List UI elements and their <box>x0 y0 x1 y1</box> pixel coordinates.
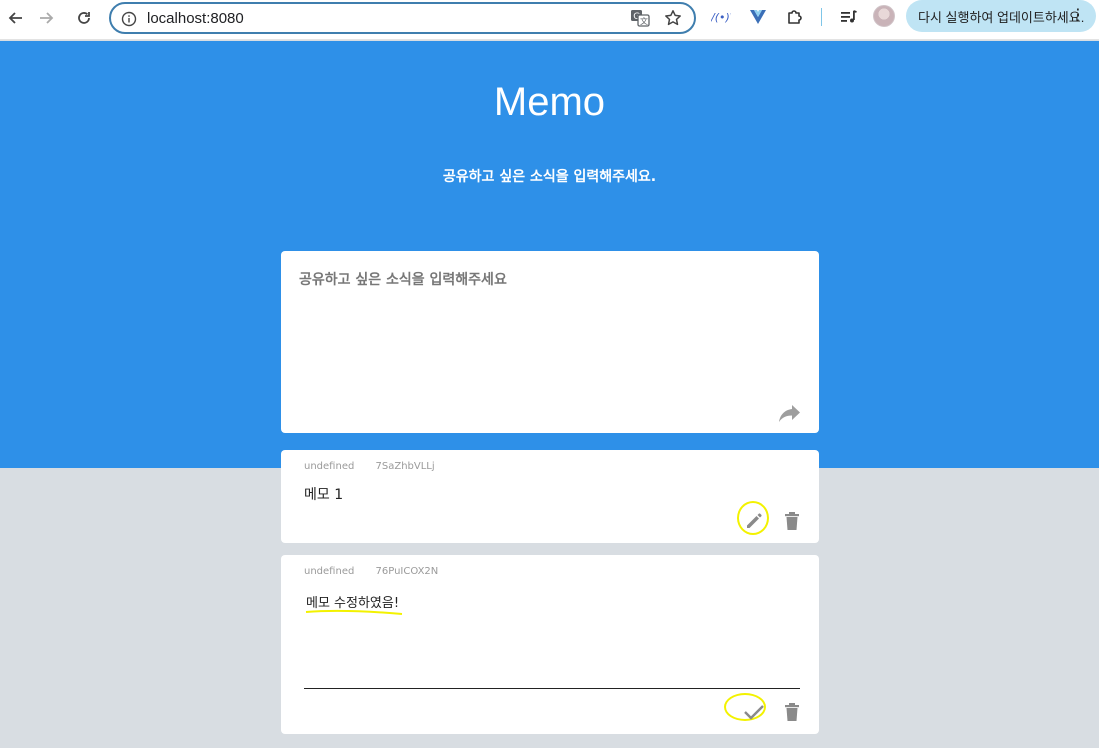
memo-card: undefined 7SaZhbVLLj 메모 1 <box>281 450 819 543</box>
profile-avatar[interactable] <box>873 5 895 27</box>
extensions-button[interactable] <box>784 6 806 28</box>
update-relaunch-button[interactable]: 다시 실행하여 업데이트하세요. ⋮ <box>906 0 1096 32</box>
svg-text:文: 文 <box>640 16 648 26</box>
arrow-left-icon <box>8 12 22 24</box>
address-bar[interactable]: localhost:8080 G文 <box>109 2 696 34</box>
check-icon <box>744 705 764 720</box>
extension-vue[interactable] <box>747 6 769 28</box>
back-button[interactable] <box>4 6 28 30</box>
playlist-music-icon <box>841 10 857 23</box>
arrow-right-icon <box>40 12 54 24</box>
memo-id: 76PuICOX2N <box>375 566 439 577</box>
save-button[interactable] <box>742 700 766 724</box>
memo-author: undefined <box>304 566 355 577</box>
memo-card: undefined 76PuICOX2N <box>281 555 819 734</box>
vue-logo-icon <box>750 10 766 24</box>
delete-button[interactable] <box>780 700 804 724</box>
forward-button[interactable] <box>34 6 58 30</box>
radio-waves-icon: /(•)\ <box>711 11 731 24</box>
memo-content: 메모 1 <box>304 487 344 503</box>
reload-icon <box>78 12 90 24</box>
memo-meta: undefined 7SaZhbVLLj <box>304 461 453 472</box>
page-title: Memo <box>493 80 606 124</box>
delete-button[interactable] <box>780 509 804 533</box>
url-text: localhost:8080 <box>147 10 244 27</box>
trash-icon <box>785 703 799 721</box>
memo-compose-input[interactable] <box>299 269 799 399</box>
more-menu-icon[interactable]: ⋮ <box>1070 7 1086 23</box>
toolbar-divider <box>821 8 822 26</box>
reload-button[interactable] <box>72 6 96 30</box>
share-arrow-icon <box>779 405 800 422</box>
edit-button[interactable] <box>742 509 766 533</box>
media-control-button[interactable] <box>838 6 860 28</box>
puzzle-icon <box>788 10 802 24</box>
compose-card <box>281 251 819 433</box>
info-icon[interactable] <box>121 11 137 27</box>
extension-vue-devtools[interactable]: /(•)\ <box>710 6 732 28</box>
browser-toolbar: localhost:8080 G文 /(•)\ 다시 실행하여 업데이트하세요.… <box>0 0 1099 40</box>
memo-edit-input[interactable] <box>304 589 800 689</box>
memo-meta: undefined 76PuICOX2N <box>304 566 456 577</box>
update-label: 다시 실행하여 업데이트하세요. <box>918 9 1085 25</box>
memo-id: 7SaZhbVLLj <box>375 461 435 472</box>
trash-icon <box>785 512 799 530</box>
pencil-icon <box>747 513 762 528</box>
highlight-underline <box>305 609 403 615</box>
page-subtitle: 공유하고 싶은 소식을 입력해주세요. <box>442 169 657 185</box>
memo-author: undefined <box>304 461 355 472</box>
translate-icon[interactable]: G文 <box>630 9 650 27</box>
svg-text:/(•)\: /(•)\ <box>711 11 731 24</box>
bookmark-star-icon[interactable] <box>664 9 682 27</box>
share-button[interactable] <box>777 401 803 425</box>
